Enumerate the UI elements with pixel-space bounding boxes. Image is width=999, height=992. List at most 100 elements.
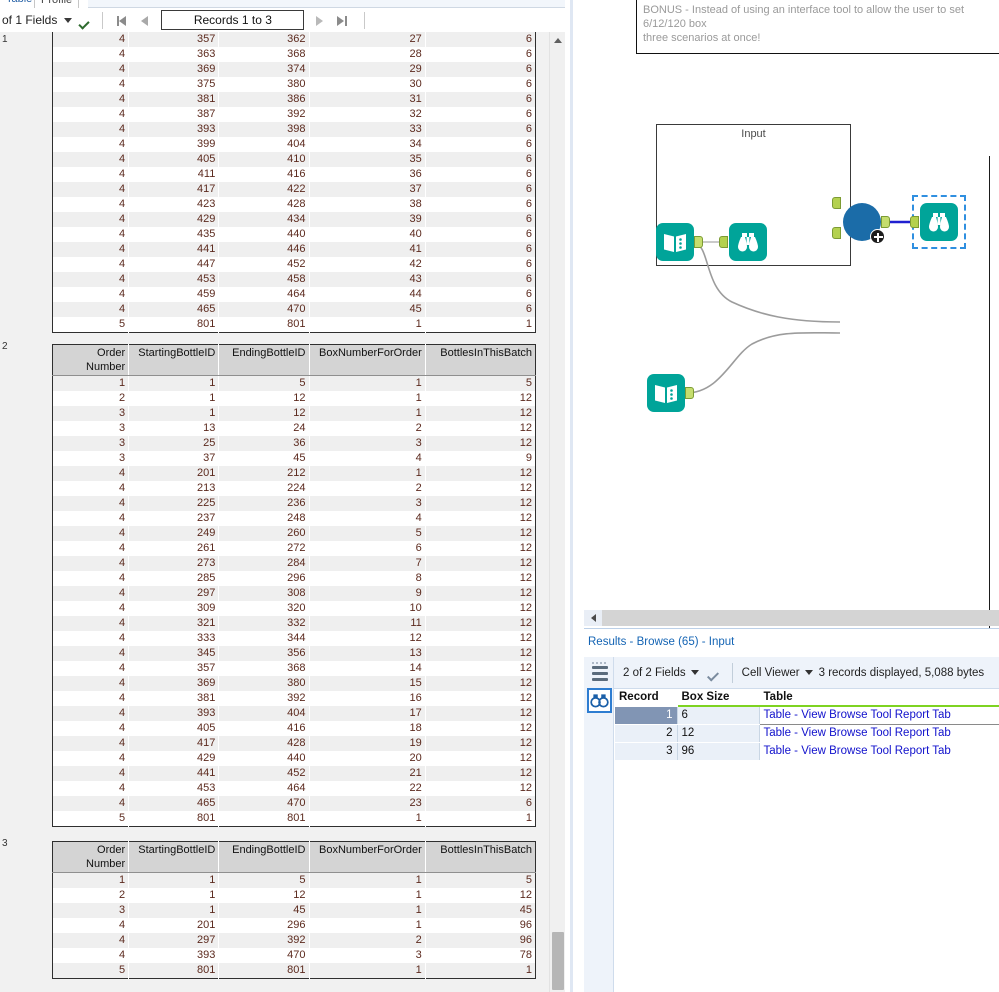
browse-tool-2-selected[interactable]: [910, 195, 966, 249]
report-column-header[interactable]: BoxNumberForOrder: [309, 841, 426, 873]
browse-tool-1[interactable]: [719, 223, 767, 261]
table-row[interactable]: 3 13 24 2 12: [52, 421, 536, 436]
report-column-header[interactable]: StartingBottleID: [128, 344, 220, 376]
join-input-anchor-top[interactable]: [832, 197, 841, 209]
table-row[interactable]: 4 435 440 40 6: [52, 227, 536, 242]
tab-profile[interactable]: Profile: [34, 0, 80, 8]
table-row[interactable]: 4 321 332 11 12: [52, 616, 536, 631]
table-row[interactable]: 4 225 236 3 12: [52, 496, 536, 511]
table-row[interactable]: 4 393 398 33 6: [52, 122, 536, 137]
table-row[interactable]: 5 801 801 1 1: [52, 811, 536, 827]
scroll-up-icon[interactable]: [550, 32, 566, 49]
input-data-tool-2[interactable]: [647, 374, 694, 412]
table-row[interactable]: 4 297 392 2 96: [52, 933, 536, 948]
chevron-left-icon[interactable]: [584, 610, 601, 626]
table-row[interactable]: 4 333 344 12 12: [52, 631, 536, 646]
chevron-down-icon[interactable]: [690, 670, 699, 675]
results-grid[interactable]: Record Box Size Table 1 6 Table - View Bro…: [615, 689, 999, 992]
table-row[interactable]: 4 309 320 10 12: [52, 601, 536, 616]
table-row[interactable]: 4 465 470 45 6: [52, 302, 536, 317]
table-row[interactable]: 4 285 296 8 12: [52, 571, 536, 586]
input-anchor[interactable]: [719, 236, 728, 248]
output-anchor[interactable]: [685, 387, 694, 399]
report-column-header[interactable]: Order Number: [52, 344, 130, 376]
report-column-header[interactable]: StartingBottleID: [128, 841, 220, 873]
results-row[interactable]: 3 96 Table - View Browse Tool Report Tab: [615, 742, 999, 761]
table-row[interactable]: 11515: [52, 375, 536, 391]
results-table-link[interactable]: Table - View Browse Tool Report Tab: [758, 705, 999, 725]
table-row[interactable]: 4 213 224 2 12: [52, 481, 536, 496]
checkmark-icon[interactable]: [79, 13, 94, 28]
table-row[interactable]: 4 417 428 19 12: [52, 736, 536, 751]
table-row[interactable]: 5 801 801 1 1: [52, 963, 536, 979]
table-row[interactable]: 2 1 12 1 12: [52, 391, 536, 406]
table-row[interactable]: 4 375 380 30 6: [52, 77, 536, 92]
results-row[interactable]: 1 6 Table - View Browse Tool Report Tab: [615, 705, 999, 725]
report-column-header[interactable]: BottlesInThisBatch: [425, 344, 536, 376]
fields-selector-label[interactable]: of 1 Fields: [2, 13, 57, 27]
last-record-icon[interactable]: [334, 12, 351, 29]
report-column-header[interactable]: BottlesInThisBatch: [425, 841, 536, 873]
results-col-box-size[interactable]: Box Size: [677, 689, 760, 707]
first-record-icon[interactable]: [114, 12, 131, 29]
results-fields-label[interactable]: 2 of 2 Fields: [623, 667, 686, 679]
checkmark-icon[interactable]: [707, 665, 723, 681]
table-row[interactable]: 11515: [52, 872, 536, 888]
table-row[interactable]: 4 387 392 32 6: [52, 107, 536, 122]
table-row[interactable]: 3 25 36 3 12: [52, 436, 536, 451]
table-row[interactable]: 3 37 45 4 9: [52, 451, 536, 466]
table-row[interactable]: 4 465 470 23 6: [52, 796, 536, 811]
results-table-link[interactable]: Table - View Browse Tool Report Tab: [759, 724, 999, 743]
table-row[interactable]: 3 1 45 1 45: [52, 903, 536, 918]
table-row[interactable]: 4 201 296 1 96: [52, 918, 536, 933]
table-row[interactable]: 4 459 464 44 6: [52, 287, 536, 302]
table-row[interactable]: 4 399 404 34 6: [52, 137, 536, 152]
input-anchor[interactable]: [910, 216, 919, 228]
table-row[interactable]: 4 447 452 42 6: [52, 257, 536, 272]
table-row[interactable]: 4 261 272 6 12: [52, 541, 536, 556]
previous-record-icon[interactable]: [137, 12, 154, 29]
canvas-hscroll-track[interactable]: [602, 610, 999, 626]
table-row[interactable]: 4 237 248 4 12: [52, 511, 536, 526]
table-row[interactable]: 4 369 380 15 12: [52, 676, 536, 691]
table-row[interactable]: 4 345 356 13 12: [52, 646, 536, 661]
table-row[interactable]: 4 381 386 31 6: [52, 92, 536, 107]
results-table-link[interactable]: Table - View Browse Tool Report Tab: [759, 742, 999, 761]
add-connection-icon[interactable]: [870, 229, 885, 244]
table-row[interactable]: 4 393 404 17 12: [52, 706, 536, 721]
chevron-down-icon[interactable]: [804, 670, 813, 675]
report-column-header[interactable]: BoxNumberForOrder: [309, 344, 426, 376]
table-row[interactable]: 4 381 392 16 12: [52, 691, 536, 706]
join-input-anchor-bottom[interactable]: [832, 227, 841, 239]
chevron-down-icon[interactable]: [64, 17, 73, 23]
table-row[interactable]: 4 393 470 3 78: [52, 948, 536, 963]
scrollbar-thumb[interactable]: [552, 932, 564, 990]
table-row[interactable]: 4 429 434 39 6: [52, 212, 536, 227]
table-row[interactable]: 4 357 368 14 12: [52, 661, 536, 676]
table-row[interactable]: 3 1 12 1 12: [52, 406, 536, 421]
table-row[interactable]: 5 801 801 1 1: [52, 317, 536, 333]
report-column-header[interactable]: EndingBottleID: [218, 841, 310, 873]
table-row[interactable]: 4 273 284 7 12: [52, 556, 536, 571]
table-row[interactable]: 2 1 12 1 12: [52, 888, 536, 903]
table-row[interactable]: 4 411 416 36 6: [52, 167, 536, 182]
next-record-icon[interactable]: [311, 12, 328, 29]
tab-table[interactable]: Table: [0, 0, 38, 8]
table-row[interactable]: 4 429 440 20 12: [52, 751, 536, 766]
join-output-anchor[interactable]: [881, 216, 890, 228]
table-row[interactable]: 4 417 422 37 6: [52, 182, 536, 197]
table-row[interactable]: 4 423 428 38 6: [52, 197, 536, 212]
table-row[interactable]: 4 453 464 22 12: [52, 781, 536, 796]
table-row[interactable]: 4 369 374 29 6: [52, 62, 536, 77]
input-data-tool-1[interactable]: [656, 223, 703, 261]
results-row[interactable]: 2 12 Table - View Browse Tool Report Tab: [615, 724, 999, 743]
table-row[interactable]: 4 363 368 28 6: [52, 47, 536, 62]
output-anchor[interactable]: [694, 236, 703, 248]
table-row[interactable]: 4 297 308 9 12: [52, 586, 536, 601]
record-range-field[interactable]: Records 1 to 3: [161, 10, 305, 30]
cell-viewer-label[interactable]: Cell Viewer: [742, 667, 800, 679]
browse-results-icon[interactable]: [587, 688, 612, 713]
workflow-canvas[interactable]: Input: [580, 56, 991, 666]
results-col-table[interactable]: Table: [759, 689, 999, 707]
report-column-header[interactable]: EndingBottleID: [218, 344, 310, 376]
